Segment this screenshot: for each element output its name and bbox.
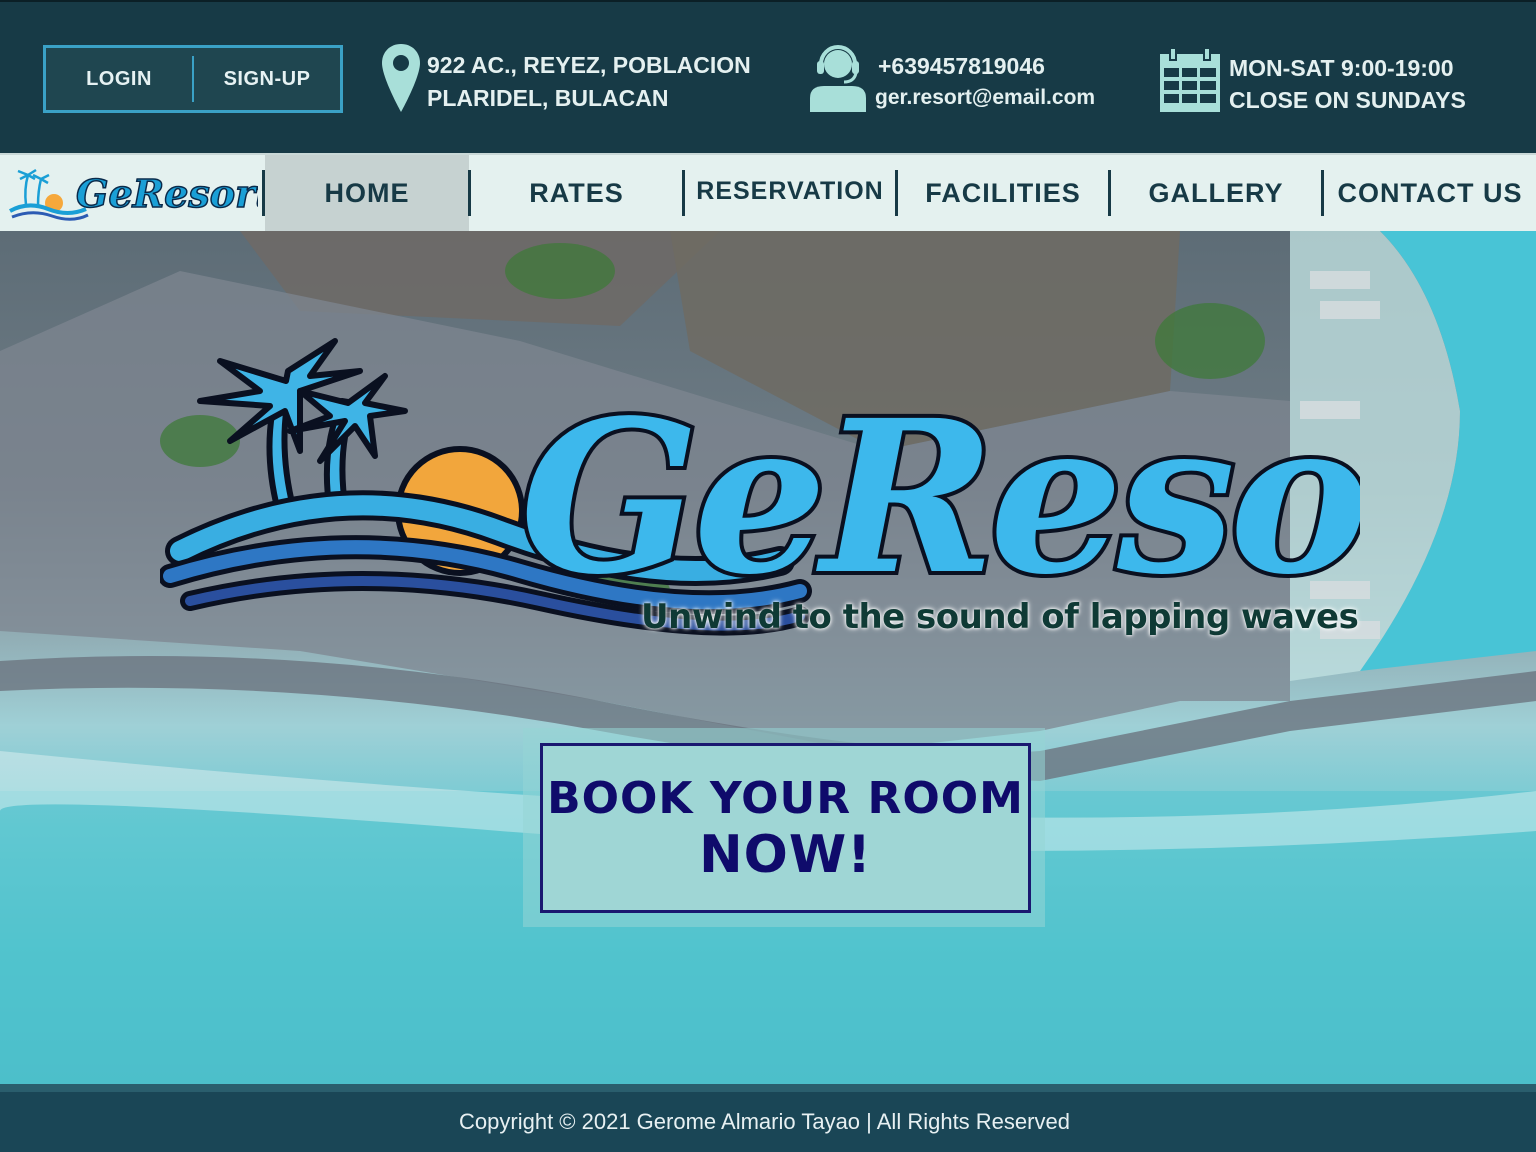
hero-banner: GeResort Unwind to the sound of lapping … [0, 231, 1536, 1084]
address-block: 922 AC., REYEZ, POBLACION PLARIDEL, BULA… [427, 49, 751, 115]
cta-line-1: BOOK YOUR ROOM [547, 773, 1024, 824]
headset-icon [810, 45, 866, 112]
nav-item-facilities[interactable]: FACILITIES [898, 155, 1108, 231]
map-pin-icon [382, 44, 420, 112]
address-line-1: 922 AC., REYEZ, POBLACION [427, 52, 751, 78]
nav-item-rates[interactable]: RATES [471, 155, 682, 231]
hero-logo-text: GeResort [520, 374, 1360, 621]
main-navigation: GeResort HOME RATES RESERVATION FACILITI… [0, 153, 1536, 231]
hours-line-1: MON-SAT 9:00-19:00 [1229, 55, 1454, 81]
palm-tree-icon [17, 168, 50, 206]
book-room-button[interactable]: BOOK YOUR ROOM NOW! [540, 743, 1031, 913]
nav-logo-text: GeResort [76, 171, 258, 216]
site-logo[interactable]: GeResort [8, 161, 258, 225]
nav-item-contact-us[interactable]: CONTACT US [1324, 155, 1536, 231]
calendar-icon [1160, 47, 1220, 112]
footer: Copyright © 2021 Gerome Almario Tayao | … [0, 1084, 1536, 1152]
nav-item-gallery[interactable]: GALLERY [1111, 155, 1321, 231]
hero-tagline: Unwind to the sound of lapping waves [641, 597, 1359, 637]
phone-number[interactable]: +639457819046 [878, 50, 1095, 83]
hours-line-2: CLOSE ON SUNDAYS [1229, 87, 1466, 113]
hours-block: MON-SAT 9:00-19:00 CLOSE ON SUNDAYS [1229, 52, 1466, 116]
email-address[interactable]: ger.resort@email.com [875, 83, 1095, 113]
login-button[interactable]: LOGIN [46, 48, 192, 110]
cta-line-2: NOW! [699, 825, 872, 885]
copyright-text: Copyright © 2021 Gerome Almario Tayao | … [459, 1109, 1070, 1134]
nav-item-reservation[interactable]: RESERVATION [685, 153, 895, 229]
top-info-bar: LOGIN SIGN-UP 922 AC., REYEZ, POBLACION … [0, 0, 1536, 153]
signup-button[interactable]: SIGN-UP [194, 48, 340, 110]
phone-email-block: +639457819046 ger.resort@email.com [875, 50, 1095, 113]
auth-button-group: LOGIN SIGN-UP [43, 45, 343, 113]
nav-item-home[interactable]: HOME [265, 155, 469, 231]
palm-tree-icon [197, 338, 408, 514]
hero-logo: GeResort [160, 338, 1360, 636]
address-line-2: PLARIDEL, BULACAN [427, 85, 669, 111]
